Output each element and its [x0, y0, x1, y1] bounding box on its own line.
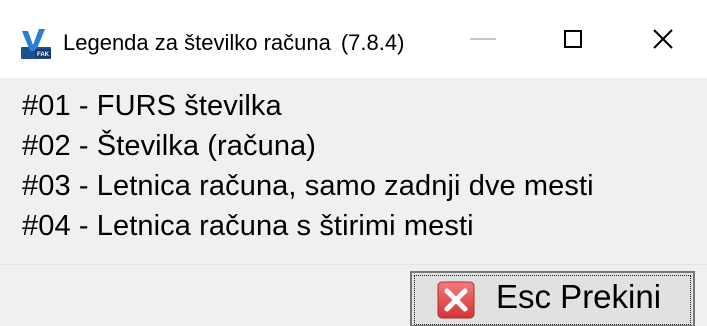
- esc-cancel-label: Esc Prekini: [496, 278, 662, 315]
- legend-item: #02 - Številka (računa): [22, 130, 317, 162]
- close-button[interactable]: [623, 0, 703, 78]
- cancel-x-icon: [437, 281, 475, 319]
- title-bar[interactable]: FAK Legenda za številko računa (7.8.4): [0, 0, 707, 78]
- legend-item: #01 - FURS številka: [22, 90, 282, 122]
- esc-cancel-button[interactable]: Esc Prekini: [410, 271, 695, 326]
- close-icon: [653, 29, 673, 49]
- app-logo-icon: FAK: [21, 29, 51, 59]
- maximize-button[interactable]: [533, 0, 613, 78]
- dialog-footer: Esc Prekini: [0, 264, 707, 326]
- svg-text:FAK: FAK: [37, 52, 50, 58]
- minimize-button[interactable]: [443, 0, 523, 78]
- window-version: (7.8.4): [340, 30, 405, 55]
- legend-content: #01 - FURS številka #02 - Številka (raču…: [0, 78, 707, 264]
- window-title-text: Legenda za številko računa: [63, 30, 331, 55]
- legend-item: #04 - Letnica računa s štirimi mesti: [22, 210, 474, 242]
- legend-item: #03 - Letnica računa, samo zadnji dve me…: [22, 170, 594, 202]
- maximize-icon: [564, 30, 582, 48]
- legend-dialog-window: FAK Legenda za številko računa (7.8.4) #0…: [0, 0, 707, 326]
- window-title: Legenda za številko računa (7.8.4): [63, 30, 404, 56]
- minimize-icon: [470, 38, 496, 40]
